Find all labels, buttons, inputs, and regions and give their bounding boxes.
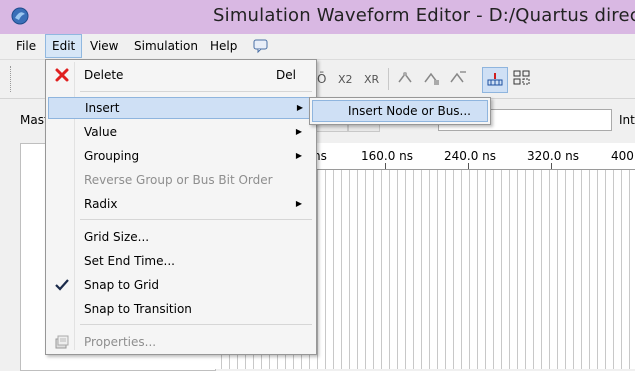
menu-edit[interactable]: Edit: [45, 34, 83, 58]
submenu-arrow-icon: ▶: [296, 103, 303, 112]
menu-help[interactable]: Help: [204, 34, 243, 58]
menu-item-radix[interactable]: Radix ▶: [48, 193, 314, 215]
window-title: Simulation Waveform Editor - D:/Quartus …: [213, 5, 635, 26]
group-icon[interactable]: [512, 68, 532, 88]
menu-bar: File Edit View Simulation Help: [0, 34, 635, 60]
submenu-arrow-icon: ▶: [295, 199, 302, 208]
menu-item-snap-to-transition[interactable]: Snap to Transition: [48, 298, 314, 320]
menu-item-shortcut: Del: [276, 68, 296, 82]
snap-left-icon[interactable]: [396, 68, 416, 88]
svg-text:Ō: Ō: [317, 72, 326, 86]
menu-item-label: Grid Size...: [84, 230, 150, 244]
menu-item-label: Snap to Transition: [84, 302, 192, 316]
menu-item-reverse-group: Reverse Group or Bus Bit Order: [48, 169, 314, 191]
tick-mark: [551, 163, 552, 169]
menu-item-label: Delete: [84, 68, 124, 82]
grid-snap-icon: [487, 73, 503, 86]
menu-item-insert-node-or-bus[interactable]: Insert Node or Bus...: [312, 100, 488, 122]
interval-label: Int: [619, 113, 635, 127]
check-icon: [55, 279, 69, 291]
menu-view[interactable]: View: [84, 34, 124, 58]
menu-item-label: Properties...: [84, 335, 157, 349]
snap-transition-icon[interactable]: [448, 68, 468, 88]
menu-item-label: Grouping: [84, 149, 140, 163]
tick-mark: [468, 163, 469, 169]
svg-text:XR: XR: [364, 73, 380, 86]
menu-separator: [80, 91, 312, 92]
submenu-arrow-icon: ▶: [295, 127, 302, 136]
properties-icon: [55, 335, 69, 349]
tick-mark: [385, 163, 386, 169]
tick-label: 400.: [611, 149, 635, 163]
menu-file[interactable]: File: [10, 34, 42, 58]
menu-item-label: Set End Time...: [84, 254, 175, 268]
menu-item-value[interactable]: Value ▶: [48, 121, 314, 143]
snap-right-icon[interactable]: [422, 68, 442, 88]
menu-item-label: Insert: [85, 101, 120, 115]
delete-icon: [55, 68, 69, 82]
menu-separator: [80, 219, 312, 220]
menu-item-label: Snap to Grid: [84, 278, 160, 292]
toolbar-separator: [388, 68, 389, 90]
insert-submenu: Insert Node or Bus...: [309, 97, 491, 125]
menu-item-label: Reverse Group or Bus Bit Order: [84, 173, 273, 187]
menu-item-properties: Properties...: [48, 331, 314, 353]
menu-item-grouping[interactable]: Grouping ▶: [48, 145, 314, 167]
menu-item-delete[interactable]: Delete Del: [48, 64, 314, 86]
menu-item-label: Value: [84, 125, 117, 139]
menu-simulation[interactable]: Simulation: [128, 34, 204, 58]
help-icon[interactable]: [253, 38, 269, 54]
menu-separator: [80, 324, 312, 325]
menu-item-set-end-time[interactable]: Set End Time...: [48, 250, 314, 272]
app-icon: [11, 7, 29, 25]
tick-label: 240.0 ns: [444, 149, 497, 163]
tick-label: 160.0 ns: [361, 149, 414, 163]
menu-item-label: Radix: [84, 197, 118, 211]
menu-item-label: Insert Node or Bus...: [348, 104, 471, 118]
toolbar-grip: [10, 66, 13, 92]
svg-text:X2: X2: [338, 73, 353, 86]
title-bar: Simulation Waveform Editor - D:/Quartus …: [0, 0, 635, 34]
edit-menu: Delete Del Insert ▶ Value ▶ Grouping ▶ R…: [45, 59, 317, 355]
value-xr-icon[interactable]: XR: [362, 68, 382, 88]
menu-item-grid-size[interactable]: Grid Size...: [48, 226, 314, 248]
menu-item-snap-to-grid[interactable]: Snap to Grid: [48, 274, 314, 296]
tick-label: 320.0 ns: [527, 149, 580, 163]
menu-item-insert[interactable]: Insert ▶: [48, 97, 316, 119]
value-x2-icon[interactable]: X2: [336, 68, 356, 88]
submenu-arrow-icon: ▶: [295, 151, 302, 160]
grid-toggle-button[interactable]: [482, 67, 508, 93]
value-invert-icon[interactable]: Ō: [314, 68, 334, 88]
